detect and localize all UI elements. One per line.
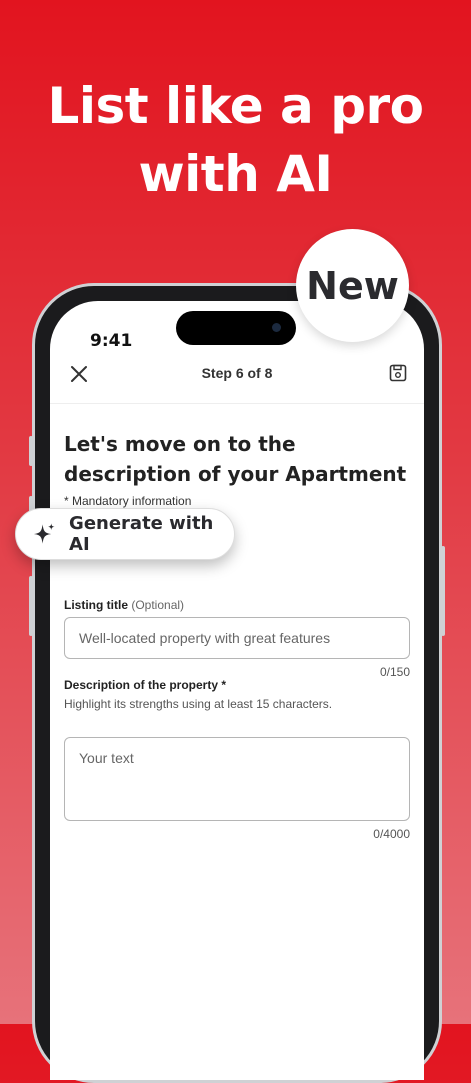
headline: List like a pro with AI <box>0 72 471 208</box>
generate-with-ai-label: Generate with AI <box>69 513 214 555</box>
description-hint: Highlight its strengths using at least 1… <box>64 697 333 711</box>
listing-title-input[interactable]: Well-located property with great feature… <box>64 617 410 659</box>
phone-power-button <box>441 546 445 636</box>
top-bar: Step 6 of 8 <box>50 353 424 404</box>
dynamic-island <box>176 311 296 345</box>
sparkle-icon <box>33 523 55 544</box>
listing-title-counter: 0/150 <box>379 665 410 679</box>
step-indicator: Step 6 of 8 <box>201 365 273 381</box>
phone-frame: 9:41 Step 6 of 8 Let's move on to the de… <box>29 283 445 1083</box>
phone-screen: 9:41 Step 6 of 8 Let's move on to the de… <box>50 301 424 1080</box>
camera-dot <box>272 323 281 332</box>
phone-side-button <box>29 436 33 466</box>
description-counter: 0/4000 <box>373 827 410 841</box>
phone-volume-down <box>29 576 33 636</box>
listing-title-label-text: Listing title <box>64 598 128 612</box>
listing-title-value: Well-located property with great feature… <box>79 630 331 646</box>
page-title: Let's move on to the description of your… <box>64 432 407 486</box>
optional-tag: (Optional) <box>131 598 185 612</box>
mandatory-note: * Mandatory information <box>64 494 192 508</box>
description-textarea[interactable]: Your text <box>64 737 410 821</box>
headline-line-2: with AI <box>138 145 333 203</box>
generate-with-ai-button[interactable]: Generate with AI <box>15 508 235 560</box>
new-badge: New <box>296 229 409 342</box>
description-placeholder: Your text <box>79 750 134 766</box>
headline-line-1: List like a pro <box>47 77 424 135</box>
save-icon[interactable] <box>388 363 408 383</box>
listing-title-label: Listing title (Optional) <box>64 598 184 612</box>
status-time: 9:41 <box>90 331 133 351</box>
description-label: Description of the property * <box>64 678 227 692</box>
